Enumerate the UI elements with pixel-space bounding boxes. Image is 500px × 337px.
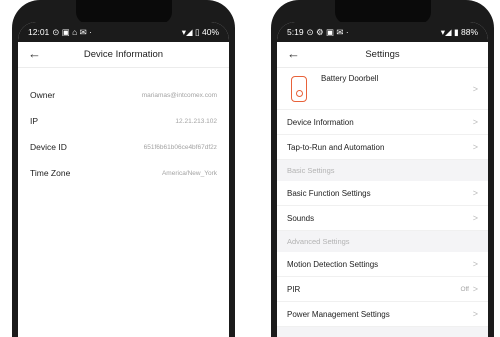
info-label: Owner (30, 90, 56, 100)
section-header-basic: Basic Settings (277, 160, 488, 181)
chevron-right-icon: > (472, 259, 478, 269)
settings-item-label: Tap-to-Run and Automation (287, 142, 385, 152)
back-arrow-icon[interactable]: ← (287, 46, 300, 61)
settings-item-label: Motion Detection Settings (287, 259, 379, 269)
status-time: 5:19 (287, 27, 304, 37)
chevron-right-icon: > (472, 309, 478, 319)
page-title: Device Information (83, 49, 164, 60)
chevron-right-icon: > (472, 83, 478, 94)
device-row[interactable]: Battery Doorbell > (277, 68, 488, 110)
settings-item-motion-detection[interactable]: Motion Detection Settings > (277, 252, 488, 277)
back-arrow-icon[interactable]: ← (28, 46, 41, 61)
settings-item-basic-function[interactable]: Basic Function Settings > (277, 181, 488, 206)
app-header: ← Device Information (18, 42, 229, 68)
camera-notch (75, 0, 172, 24)
info-row-ip: IP 12.21.213.102 (18, 108, 229, 134)
settings-screen: 5:19 ⊙ ⚙ ▣ ✉ · ▾◢ ▮ 88% ← Settings Batte… (277, 22, 488, 337)
settings-item-sounds[interactable]: Sounds > (277, 206, 488, 231)
info-label: Device ID (30, 142, 67, 152)
info-value: mariamas@intcomex.com (141, 91, 217, 99)
status-bar: 5:19 ⊙ ⚙ ▣ ✉ · ▾◢ ▮ 88% (277, 22, 488, 42)
settings-item-label: Device Information (287, 117, 354, 127)
settings-item-device-information[interactable]: Device Information > (277, 110, 488, 135)
device-info-list: Owner mariamas@intcomex.com IP 12.21.213… (18, 68, 229, 186)
info-row-device-id: Device ID 651f6b61b06ce4bf67df2z (18, 134, 229, 160)
chevron-right-icon: > (472, 213, 478, 223)
info-row-time-zone: Time Zone America/New_York (18, 160, 229, 186)
section-header-advanced: Advanced Settings (277, 231, 488, 252)
page-title: Settings (365, 49, 400, 60)
chevron-right-icon: > (472, 117, 478, 127)
status-bar: 12:01 ⊙ ▣ ⌂ ✉ · ▾◢ ▯ 40% (18, 22, 229, 42)
battery-wifi-icon: ▾◢ ▮ 88% (440, 26, 478, 37)
settings-item-label: Sounds (287, 213, 315, 223)
settings-item-power-management[interactable]: Power Management Settings > (277, 302, 488, 327)
device-name: Battery Doorbell (321, 74, 379, 83)
settings-item-pir[interactable]: PIR Off > (277, 277, 488, 302)
camera-notch (334, 0, 431, 24)
info-value: America/New_York (161, 169, 217, 177)
chevron-right-icon: > (472, 284, 478, 294)
info-value: 651f6b61b06ce4bf67df2z (143, 143, 217, 151)
doorbell-icon (291, 75, 307, 102)
chevron-right-icon: > (472, 188, 478, 198)
settings-item-label: Power Management Settings (287, 309, 390, 319)
notification-icons: ⊙ ⚙ ▣ ✉ · (306, 26, 349, 37)
info-row-owner: Owner mariamas@intcomex.com (18, 82, 229, 108)
info-label: IP (30, 116, 39, 126)
settings-item-tap-to-run[interactable]: Tap-to-Run and Automation > (277, 135, 488, 160)
chevron-right-icon: > (472, 142, 478, 152)
pir-status-value: Off (460, 285, 469, 293)
left-phone: 12:01 ⊙ ▣ ⌂ ✉ · ▾◢ ▯ 40% ← Device Inform… (12, 0, 235, 337)
settings-item-label: PIR (287, 284, 301, 294)
app-header: ← Settings (277, 42, 488, 68)
info-value: 12.21.213.102 (175, 117, 217, 125)
notification-icons: ⊙ ▣ ⌂ ✉ · (52, 26, 92, 37)
info-label: Time Zone (30, 168, 71, 178)
settings-item-label: Basic Function Settings (287, 188, 371, 198)
battery-wifi-icon: ▾◢ ▯ 40% (181, 26, 219, 37)
right-phone: 5:19 ⊙ ⚙ ▣ ✉ · ▾◢ ▮ 88% ← Settings Batte… (271, 0, 494, 337)
status-time: 12:01 (28, 27, 50, 37)
device-information-screen: 12:01 ⊙ ▣ ⌂ ✉ · ▾◢ ▯ 40% ← Device Inform… (18, 22, 229, 337)
